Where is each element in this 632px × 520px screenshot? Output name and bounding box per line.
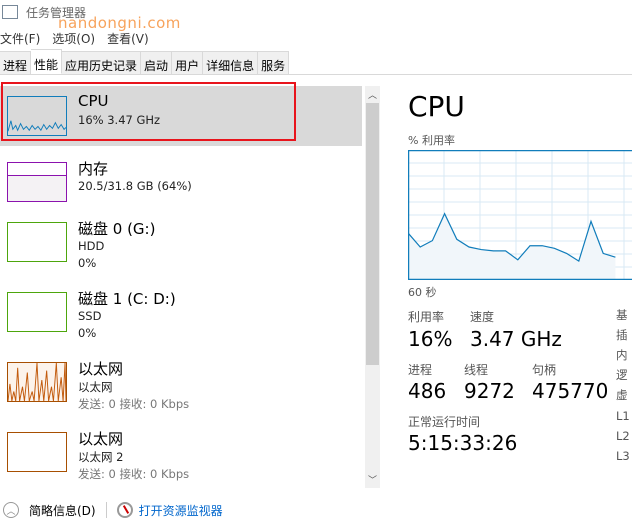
resource-name: 磁盘 0 (G:) xyxy=(78,220,156,238)
resource-disk-0[interactable]: 磁盘 0 (G:) HDD 0% xyxy=(0,212,362,272)
graph-label: % 利用率 xyxy=(408,134,455,147)
fewer-details-button[interactable]: 简略信息(D) xyxy=(29,502,96,519)
resource-usage: 0% xyxy=(78,326,97,340)
highlight-box xyxy=(1,82,296,141)
ethernet-thumbnail xyxy=(7,432,67,472)
tab-processes[interactable]: 进程 xyxy=(0,51,32,75)
resource-ethernet-1[interactable]: 以太网 以太网 发送: 0 接收: 0 Kbps xyxy=(0,352,362,412)
tab-bar: 进程 性能 应用历史记录 启动 用户 详细信息 服务 xyxy=(0,49,632,75)
menu-bar: 文件(F) 选项(O) 查看(V) xyxy=(0,30,149,47)
info-label: 虚 xyxy=(616,388,628,402)
speed-value: 3.47 GHz xyxy=(470,327,562,351)
usage-area xyxy=(408,213,616,280)
scrollbar-thumb[interactable] xyxy=(366,103,379,365)
sidebar-scrollbar[interactable]: ︿ ﹀ xyxy=(365,86,380,488)
info-label: 基 xyxy=(616,308,628,322)
resource-name: 以太网 xyxy=(78,430,124,448)
disk-thumbnail xyxy=(7,292,67,332)
tab-users[interactable]: 用户 xyxy=(172,51,204,75)
cpu-usage-graph xyxy=(408,150,632,280)
throughput: 发送: 0 接收: 0 Kbps xyxy=(78,467,190,481)
processes-label: 进程 xyxy=(408,363,433,377)
footer: ︿ 简略信息(D) 打开资源监视器 xyxy=(0,500,223,520)
processes-value: 486 xyxy=(408,379,447,403)
app-icon xyxy=(2,5,18,19)
threads-label: 线程 xyxy=(464,363,489,377)
tab-services[interactable]: 服务 xyxy=(258,51,290,75)
adapter-name: 以太网 xyxy=(78,380,113,394)
info-label: 插 xyxy=(616,328,628,342)
util-value: 16% xyxy=(408,327,453,351)
disk-thumbnail xyxy=(7,222,67,262)
uptime-label: 正常运行时间 xyxy=(408,415,481,429)
open-resource-monitor-link[interactable]: 打开资源监视器 xyxy=(139,502,223,519)
resource-type: HDD xyxy=(78,239,105,253)
memory-thumbnail xyxy=(7,162,67,202)
menu-file[interactable]: 文件(F) xyxy=(0,30,40,47)
resource-monitor-icon xyxy=(116,502,133,518)
info-label: L3 xyxy=(616,449,630,463)
tab-startup[interactable]: 启动 xyxy=(141,51,173,75)
resource-list: CPU 16% 3.47 GHz 内存 20.5/31.8 GB (64%) 磁… xyxy=(0,86,362,488)
resource-name: 磁盘 1 (C: D:) xyxy=(78,290,176,308)
handles-value: 475770 xyxy=(532,379,609,403)
handles-label: 句柄 xyxy=(532,363,557,377)
tab-performance[interactable]: 性能 xyxy=(31,49,63,74)
detail-title: CPU xyxy=(408,90,465,123)
divider xyxy=(105,502,107,518)
speed-label: 速度 xyxy=(470,310,495,324)
uptime-value: 5:15:33:26 xyxy=(408,431,518,455)
resource-disk-1[interactable]: 磁盘 1 (C: D:) SSD 0% xyxy=(0,282,362,342)
threads-value: 9272 xyxy=(464,379,515,403)
resource-type: SSD xyxy=(78,309,102,323)
scroll-down-icon[interactable]: ﹀ xyxy=(365,473,380,486)
time-label: 60 秒 xyxy=(408,286,437,299)
resource-usage: 0% xyxy=(78,256,97,270)
info-label: 内 xyxy=(616,348,628,362)
adapter-name: 以太网 2 xyxy=(78,450,124,464)
tab-details[interactable]: 详细信息 xyxy=(203,51,259,75)
scroll-up-icon[interactable]: ︿ xyxy=(365,88,380,101)
resource-name: 以太网 xyxy=(78,360,124,378)
util-label: 利用率 xyxy=(408,310,445,324)
menu-options[interactable]: 选项(O) xyxy=(52,30,95,47)
resource-name: 内存 xyxy=(78,160,109,178)
collapse-icon[interactable]: ︿ xyxy=(3,502,19,518)
info-label: L2 xyxy=(616,429,630,443)
info-label: L1 xyxy=(616,409,630,423)
resource-ethernet-2[interactable]: 以太网 以太网 2 发送: 0 接收: 0 Kbps xyxy=(0,422,362,482)
resource-memory[interactable]: 内存 20.5/31.8 GB (64%) xyxy=(0,152,362,212)
throughput: 发送: 0 接收: 0 Kbps xyxy=(78,397,190,411)
menu-view[interactable]: 查看(V) xyxy=(107,30,149,47)
tab-app-history[interactable]: 应用历史记录 xyxy=(62,51,142,75)
info-label: 逻 xyxy=(616,368,628,382)
ethernet-thumbnail xyxy=(7,362,67,402)
resource-detail: 20.5/31.8 GB (64%) xyxy=(78,179,192,193)
